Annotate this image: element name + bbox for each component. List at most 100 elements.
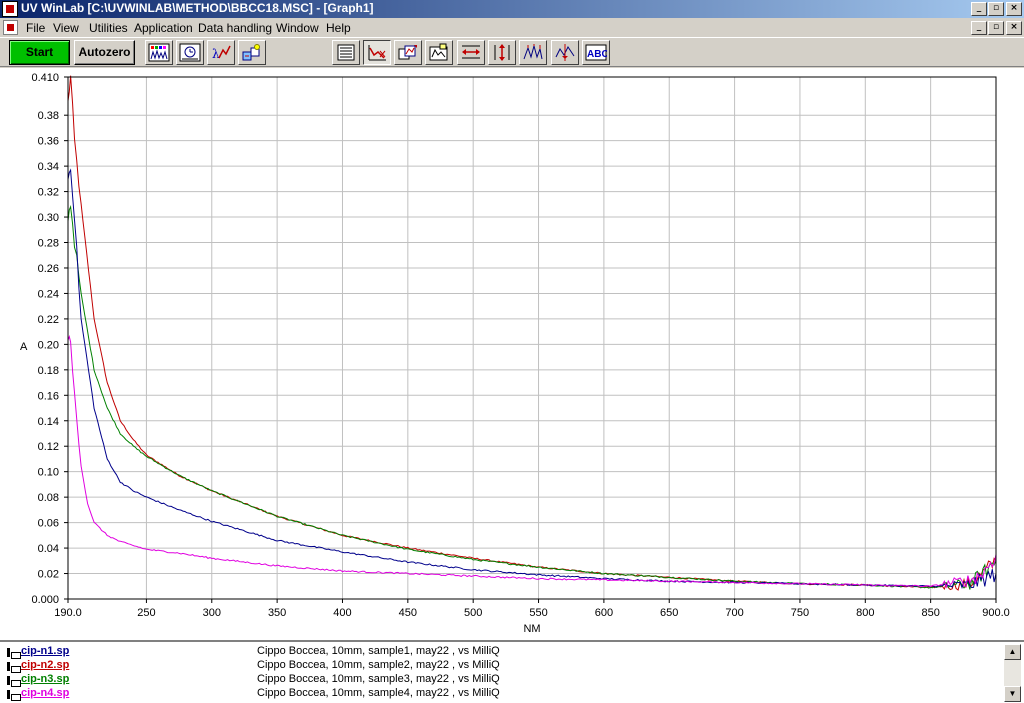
method-wavelength-button[interactable]: λ <box>207 40 235 65</box>
menu-application[interactable]: Application <box>134 21 193 35</box>
x-tick-label: 500 <box>464 607 482 619</box>
mdi-close-button[interactable]: × <box>1006 21 1022 35</box>
spectrum-row-1[interactable]: cip-n1.sp Cippo Boccea, 10mm, sample1, m… <box>0 645 1004 659</box>
peak-pick-icon <box>523 44 543 60</box>
abc-label: ABC <box>587 49 607 60</box>
chart-series <box>67 75 997 591</box>
spectrum-description: Cippo Boccea, 10mm, sample4, may22 , vs … <box>257 687 500 699</box>
spectrum-file-icon <box>7 690 21 701</box>
spectrum-filename[interactable]: cip-n1.sp <box>21 645 69 657</box>
y-axis-ticks: 0.000 0.02 0.04 0.06 0.08 0.10 0.12 0.14 0.16 0.1… <box>31 72 68 606</box>
menu-bar: File View Utilities Application Data han… <box>0 18 1024 37</box>
spectrum-line-1[interactable] <box>67 75 997 591</box>
x-tick-label: 800 <box>856 607 874 619</box>
y-tick-label: 0.30 <box>38 212 59 224</box>
window-title: UV WinLab [C:\UVWINLAB\METHOD\BBCC18.MSC… <box>21 1 374 15</box>
menu-file[interactable]: File <box>26 21 45 35</box>
spectrum-row-3[interactable]: cip-n3.sp Cippo Boccea, 10mm, sample3, m… <box>0 673 1004 687</box>
spectrum-filename[interactable]: cip-n3.sp <box>21 673 69 685</box>
graph-panel[interactable]: 0.000 0.02 0.04 0.06 0.08 0.10 0.12 0.14 0.16 0.1… <box>0 68 1024 640</box>
menu-window[interactable]: Window <box>276 21 319 35</box>
format-graph-icon <box>429 43 448 61</box>
track-cursor-icon <box>555 44 575 61</box>
x-tick-label: 650 <box>660 607 678 619</box>
chart-grid <box>67 76 997 600</box>
method-spectrum-button[interactable] <box>145 40 173 65</box>
x-tick-label: 900.0 <box>982 607 1010 619</box>
x-tick-label: 700 <box>725 607 743 619</box>
window-list-icon <box>337 44 355 61</box>
spectrum-chart[interactable]: 0.000 0.02 0.04 0.06 0.08 0.10 0.12 0.14 0.16 0.1… <box>0 68 1024 640</box>
x-tick-label: 190.0 <box>54 607 82 619</box>
format-graph-button[interactable] <box>425 40 453 65</box>
x-tick-label: 750 <box>791 607 809 619</box>
uv-winlab-window: UV WinLab [C:\UVWINLAB\METHOD\BBCC18.MSC… <box>0 0 1024 703</box>
scroll-up-arrow-icon[interactable]: ▲ <box>1004 644 1021 660</box>
toolbar: Start Autozero λ ABC <box>0 37 1024 67</box>
y-tick-label: 0.22 <box>38 314 59 326</box>
scroll-down-arrow-icon[interactable]: ▼ <box>1004 686 1021 702</box>
restore-button[interactable]: ▫ <box>988 2 1004 16</box>
mdi-minimize-button[interactable]: _ <box>971 21 987 35</box>
y-tick-label: 0.38 <box>38 110 59 122</box>
y-tick-label: 0.14 <box>38 416 59 428</box>
spectrum-row-4[interactable]: cip-n4.sp Cippo Boccea, 10mm, sample4, m… <box>0 687 1004 701</box>
list-scrollbar[interactable]: ▲ ▼ <box>1004 644 1021 702</box>
x-axis-label: NM <box>523 623 540 635</box>
method-timedrive-button[interactable] <box>176 40 204 65</box>
svg-text:λ: λ <box>212 47 220 61</box>
close-button[interactable]: × <box>1006 2 1022 16</box>
spectrum-file-icon <box>7 662 21 673</box>
annotate-icon: ABC <box>585 44 607 61</box>
y-tick-label: 0.28 <box>38 238 59 250</box>
x-tick-label: 850 <box>921 607 939 619</box>
expand-y-button[interactable] <box>488 40 516 65</box>
graph-window-button[interactable] <box>332 40 360 65</box>
spectrum-filename[interactable]: cip-n4.sp <box>21 687 69 699</box>
y-tick-label: 0.34 <box>38 161 59 173</box>
app-icon[interactable] <box>2 1 18 17</box>
menu-utilities[interactable]: Utilities <box>89 21 128 35</box>
spectrum-description: Cippo Boccea, 10mm, sample1, may22 , vs … <box>257 645 500 657</box>
annotate-button[interactable]: ABC <box>582 40 610 65</box>
overlay-button[interactable] <box>394 40 422 65</box>
y-tick-label: 0.36 <box>38 136 59 148</box>
menu-view[interactable]: View <box>53 21 79 35</box>
y-tick-label: 0.08 <box>38 492 59 504</box>
spectrum-file-icon <box>7 676 21 687</box>
x-tick-label: 550 <box>529 607 547 619</box>
mdi-restore-button[interactable]: ▫ <box>988 21 1004 35</box>
cursor-graph-icon <box>368 45 386 61</box>
spectrum-line-3[interactable] <box>67 168 997 589</box>
autozero-button[interactable]: Autozero <box>74 40 135 65</box>
spectra-list: cip-n1.sp Cippo Boccea, 10mm, sample1, m… <box>0 640 1024 703</box>
x-axis-ticks: 190.0 250 300 350 400 450 500 550 600 650 700 750 80… <box>54 599 1010 619</box>
x-tick-label: 300 <box>203 607 221 619</box>
spectrum-line-2[interactable] <box>67 204 997 590</box>
y-tick-label: 0.10 <box>38 467 59 479</box>
title-bar[interactable]: UV WinLab [C:\UVWINLAB\METHOD\BBCC18.MSC… <box>0 0 1024 18</box>
y-tick-label: 0.000 <box>31 594 59 606</box>
y-tick-label: 0.410 <box>31 72 59 84</box>
spectrum-description: Cippo Boccea, 10mm, sample2, may22 , vs … <box>257 659 500 671</box>
track-cursor-button[interactable] <box>551 40 579 65</box>
y-tick-label: 0.20 <box>38 339 59 351</box>
y-tick-label: 0.18 <box>38 365 59 377</box>
menu-data-handling[interactable]: Data handling <box>198 21 272 35</box>
overlay-icon <box>398 45 417 60</box>
minimize-button[interactable]: _ <box>971 2 987 16</box>
timedrive-method-icon <box>179 43 201 62</box>
x-tick-label: 400 <box>333 607 351 619</box>
spectrum-filename[interactable]: cip-n2.sp <box>21 659 69 671</box>
cursor-tool-button[interactable] <box>363 40 391 65</box>
start-button[interactable]: Start <box>9 40 70 65</box>
peak-pick-button[interactable] <box>519 40 547 65</box>
expand-x-button[interactable] <box>457 40 485 65</box>
menu-help[interactable]: Help <box>326 21 351 35</box>
spectrum-row-2[interactable]: cip-n2.sp Cippo Boccea, 10mm, sample2, m… <box>0 659 1004 673</box>
spectrum-line-4[interactable] <box>67 334 997 589</box>
vertical-arrows-icon <box>494 44 510 61</box>
document-icon[interactable] <box>3 20 18 35</box>
horizontal-arrows-icon <box>462 45 480 59</box>
method-quant-button[interactable] <box>238 40 266 65</box>
